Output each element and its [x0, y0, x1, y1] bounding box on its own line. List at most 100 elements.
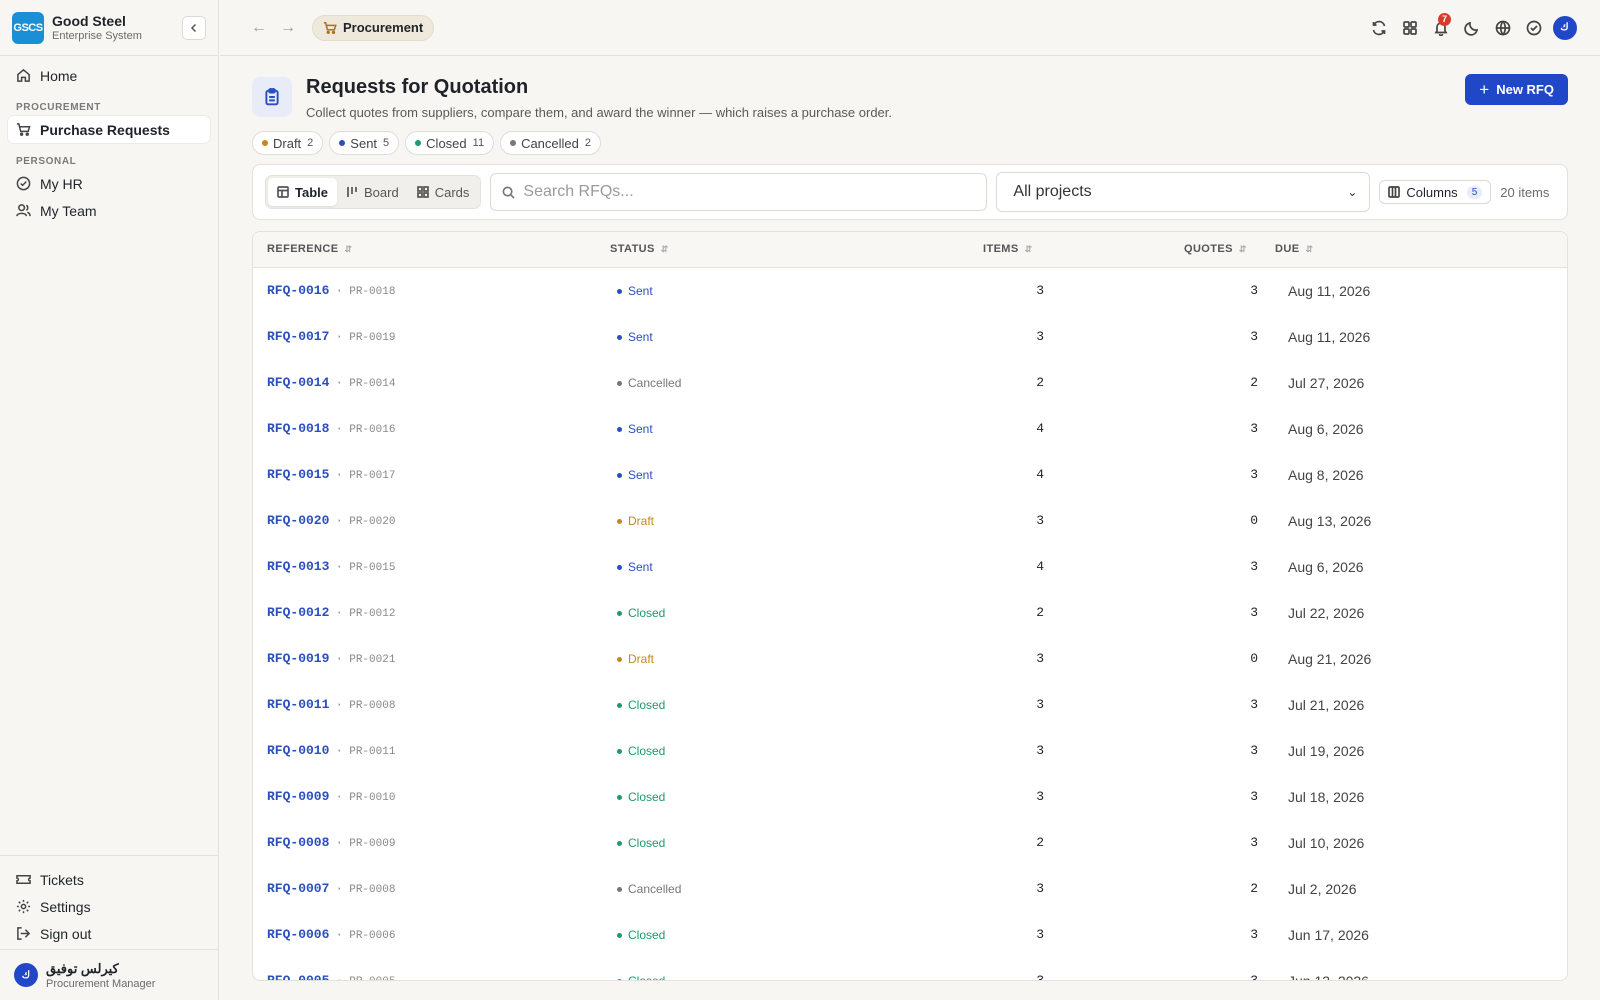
table-row[interactable]: RFQ-0013 · PR-0015 Sent 4 3 Aug 6, 2026 — [253, 544, 1567, 590]
items-cell: 3 — [1036, 881, 1044, 896]
filter-chip-sent[interactable]: Sent 5 — [329, 131, 400, 155]
refresh-button[interactable] — [1363, 16, 1394, 40]
quotes-cell: 2 — [1250, 375, 1258, 390]
rfq-link[interactable]: RFQ-0005 — [267, 973, 329, 980]
theme-toggle-button[interactable] — [1456, 16, 1487, 40]
rfq-link[interactable]: RFQ-0020 — [267, 513, 329, 528]
view-board-button[interactable]: Board — [337, 178, 408, 206]
table-row[interactable]: RFQ-0020 · PR-0020 Draft 3 0 Aug 13, 2026 — [253, 498, 1567, 544]
search-input[interactable] — [523, 183, 964, 201]
table-row[interactable]: RFQ-0010 · PR-0011 Closed 3 3 Jul 19, 2026 — [253, 728, 1567, 774]
rfq-link[interactable]: RFQ-0011 — [267, 697, 329, 712]
table-row[interactable]: RFQ-0019 · PR-0021 Draft 3 0 Aug 21, 2026 — [253, 636, 1567, 682]
table-row[interactable]: RFQ-0015 · PR-0017 Sent 4 3 Aug 8, 2026 — [253, 452, 1567, 498]
sidebar-item-my-hr[interactable]: My HR — [8, 170, 210, 197]
table-row[interactable]: RFQ-0007 · PR-0008 Cancelled 3 2 Jul 2, 2026 — [253, 866, 1567, 912]
sidebar-item-sign-out[interactable]: Sign out — [8, 920, 210, 947]
status-dot — [617, 978, 622, 980]
status-badge: Closed — [617, 928, 665, 942]
reference-cell: RFQ-0019 · PR-0021 — [267, 651, 395, 666]
breadcrumb[interactable]: Procurement — [312, 14, 435, 41]
separator: · — [335, 881, 344, 896]
table-row[interactable]: RFQ-0017 · PR-0019 Sent 3 3 Aug 11, 2026 — [253, 314, 1567, 360]
items-cell: 3 — [1036, 283, 1044, 298]
columns-label: Columns — [1406, 184, 1458, 200]
column-header-status[interactable]: STATUS ⇵ — [610, 243, 669, 255]
sidebar-item-settings[interactable]: Settings — [8, 893, 210, 920]
user-menu-button[interactable]: ك — [1549, 15, 1580, 40]
sidebar-item-my-team[interactable]: My Team — [8, 197, 210, 224]
rfq-link[interactable]: RFQ-0015 — [267, 467, 329, 482]
separator: · — [335, 927, 344, 942]
status-dot — [617, 610, 622, 616]
project-select[interactable]: All projects ⌄ — [996, 172, 1371, 212]
rfq-link[interactable]: RFQ-0018 — [267, 421, 329, 436]
view-cards-button[interactable]: Cards — [408, 178, 479, 206]
separator: · — [335, 329, 344, 344]
table-row[interactable]: RFQ-0012 · PR-0012 Closed 2 3 Jul 22, 2026 — [253, 590, 1567, 636]
status-dot — [339, 140, 346, 146]
language-button[interactable] — [1487, 16, 1518, 40]
table-row[interactable]: RFQ-0014 · PR-0014 Cancelled 2 2 Jul 27, 2026 — [253, 360, 1567, 406]
table-row[interactable]: RFQ-0011 · PR-0008 Closed 3 3 Jul 21, 2026 — [253, 682, 1567, 728]
column-header-due[interactable]: DUE ⇵ — [1275, 243, 1313, 255]
status-filters: Draft 2 Sent 5 Closed 11 Cancelled 2 — [252, 131, 1568, 155]
sidebar-item-tickets[interactable]: Tickets — [8, 866, 210, 893]
notifications-button[interactable]: 7 — [1425, 12, 1456, 40]
table-row[interactable]: RFQ-0009 · PR-0010 Closed 3 3 Jul 18, 2026 — [253, 774, 1567, 820]
rfq-link[interactable]: RFQ-0009 — [267, 789, 329, 804]
status-badge: Closed — [617, 974, 665, 980]
filter-chip-count: 2 — [584, 137, 592, 149]
back-arrow-icon[interactable]: ← — [248, 19, 270, 37]
rfq-link[interactable]: RFQ-0019 — [267, 651, 329, 666]
sidebar-item-purchase-requests[interactable]: Purchase Requests — [8, 116, 210, 143]
rfq-link[interactable]: RFQ-0006 — [267, 927, 329, 942]
rfq-link[interactable]: RFQ-0007 — [267, 881, 329, 896]
filter-chip-draft[interactable]: Draft 2 — [252, 131, 324, 155]
due-cell: Jul 27, 2026 — [1288, 375, 1365, 391]
view-table-button[interactable]: Table — [268, 178, 337, 206]
rfq-link[interactable]: RFQ-0008 — [267, 835, 329, 850]
rfq-link[interactable]: RFQ-0012 — [267, 605, 329, 620]
filter-chip-cancelled[interactable]: Cancelled 2 — [500, 131, 602, 155]
board-icon — [347, 187, 357, 197]
status-dot — [617, 840, 622, 846]
sidebar-item-label: My Team — [40, 202, 97, 219]
header-label: REFERENCE — [267, 243, 339, 255]
notification-badge: 7 — [1438, 12, 1451, 26]
new-rfq-label: New RFQ — [1496, 82, 1554, 97]
filter-chip-closed[interactable]: Closed 11 — [405, 131, 495, 155]
table-row[interactable]: RFQ-0018 · PR-0016 Sent 4 3 Aug 6, 2026 — [253, 406, 1567, 452]
table-row[interactable]: RFQ-0006 · PR-0006 Closed 3 3 Jun 17, 2026 — [253, 912, 1567, 958]
column-header-reference[interactable]: REFERENCE ⇵ — [267, 243, 352, 255]
sidebar-item-home[interactable]: Home — [8, 62, 210, 89]
tasks-button[interactable] — [1518, 16, 1549, 40]
rfq-link[interactable]: RFQ-0013 — [267, 559, 329, 574]
forward-arrow-icon[interactable]: → — [277, 19, 299, 37]
check-circle-icon — [1526, 20, 1541, 35]
column-header-items[interactable]: ITEMS ⇵ — [983, 243, 1033, 255]
table-row[interactable]: RFQ-0016 · PR-0018 Sent 3 3 Aug 11, 2026 — [253, 268, 1567, 314]
header-label: DUE — [1275, 243, 1300, 255]
quotes-cell: 3 — [1250, 789, 1258, 804]
columns-button[interactable]: Columns 5 — [1379, 180, 1492, 204]
rfq-link[interactable]: RFQ-0017 — [267, 329, 329, 344]
quotes-cell: 3 — [1250, 421, 1258, 436]
view-board-label: Board — [364, 184, 399, 200]
collapse-sidebar-button[interactable] — [182, 15, 206, 40]
rfq-link[interactable]: RFQ-0016 — [267, 283, 329, 298]
new-rfq-button[interactable]: + New RFQ — [1465, 74, 1568, 105]
rfq-link[interactable]: RFQ-0010 — [267, 743, 329, 758]
avatar: ك — [14, 963, 38, 987]
rfq-link[interactable]: RFQ-0014 — [267, 375, 329, 390]
separator: · — [335, 513, 344, 528]
filter-chip-label: Cancelled — [521, 135, 579, 151]
table-row[interactable]: RFQ-0008 · PR-0009 Closed 2 3 Jul 10, 2026 — [253, 820, 1567, 866]
pr-reference: PR-0015 — [349, 562, 396, 574]
table-header: REFERENCE ⇵ STATUS ⇵ ITEMS ⇵ QUOTES ⇵ DUE ⇵ — [253, 232, 1567, 268]
apps-button[interactable] — [1394, 16, 1425, 40]
column-header-quotes[interactable]: QUOTES ⇵ — [1184, 243, 1247, 255]
table-row[interactable]: RFQ-0005 · PR-0005 Closed 3 3 Jun 13, 2026 — [253, 958, 1567, 981]
quotes-cell: 3 — [1250, 973, 1258, 981]
user-profile[interactable]: ك كيرلس توفيق Procurement Manager — [0, 949, 218, 1000]
